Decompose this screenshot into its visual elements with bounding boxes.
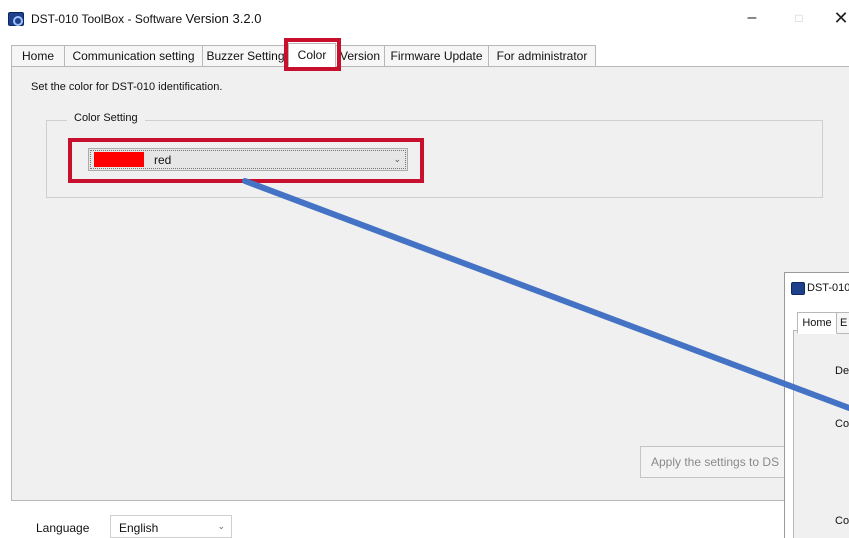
apply-settings-button[interactable]: Apply the settings to DS <box>640 446 800 478</box>
title-bar: DST-010 ToolBox - Software Version 3.2.0… <box>0 0 849 36</box>
color-hint-text: Set the color for DST-010 identification… <box>31 81 223 93</box>
tab-buzzer-setting[interactable]: Buzzer Setting <box>202 45 289 67</box>
color-dropdown-highlight <box>68 138 424 183</box>
secondary-tab-next[interactable]: E <box>836 312 849 334</box>
maximize-button[interactable]: □ <box>784 8 814 30</box>
app-icon <box>791 282 805 295</box>
tab-communication-setting[interactable]: Communication setting <box>64 45 203 67</box>
app-icon <box>8 12 24 26</box>
tab-version[interactable]: Version <box>335 45 385 67</box>
language-dropdown[interactable]: English ⌄ <box>110 515 232 538</box>
secondary-label-3: Co <box>835 515 849 527</box>
tab-for-administrator[interactable]: For administrator <box>488 45 596 67</box>
language-label: Language <box>36 521 90 535</box>
secondary-label-2: Co <box>835 418 849 430</box>
color-tab-highlight <box>284 38 341 71</box>
chevron-down-icon: ⌄ <box>217 521 225 531</box>
window-title-version: Version 3.2.0 <box>185 11 262 26</box>
window-title-text: DST-010 ToolBox - Software <box>31 12 186 26</box>
tab-firmware-update[interactable]: Firmware Update <box>384 45 489 67</box>
language-dropdown-value: English <box>119 521 159 535</box>
secondary-window-panel <box>793 330 849 538</box>
secondary-window-title: DST-010 <box>807 282 849 294</box>
color-setting-group-title: Color Setting <box>67 112 145 124</box>
secondary-label-1: De <box>835 365 849 377</box>
minimize-button[interactable]: – <box>737 8 767 30</box>
close-button[interactable]: ✕ <box>826 8 849 30</box>
secondary-window: DST-010 Home E De Co Co <box>784 272 849 538</box>
window-title: DST-010 ToolBox - Software Version 3.2.0 <box>31 11 261 26</box>
tab-home[interactable]: Home <box>11 45 65 67</box>
secondary-tab-home[interactable]: Home <box>797 312 837 334</box>
